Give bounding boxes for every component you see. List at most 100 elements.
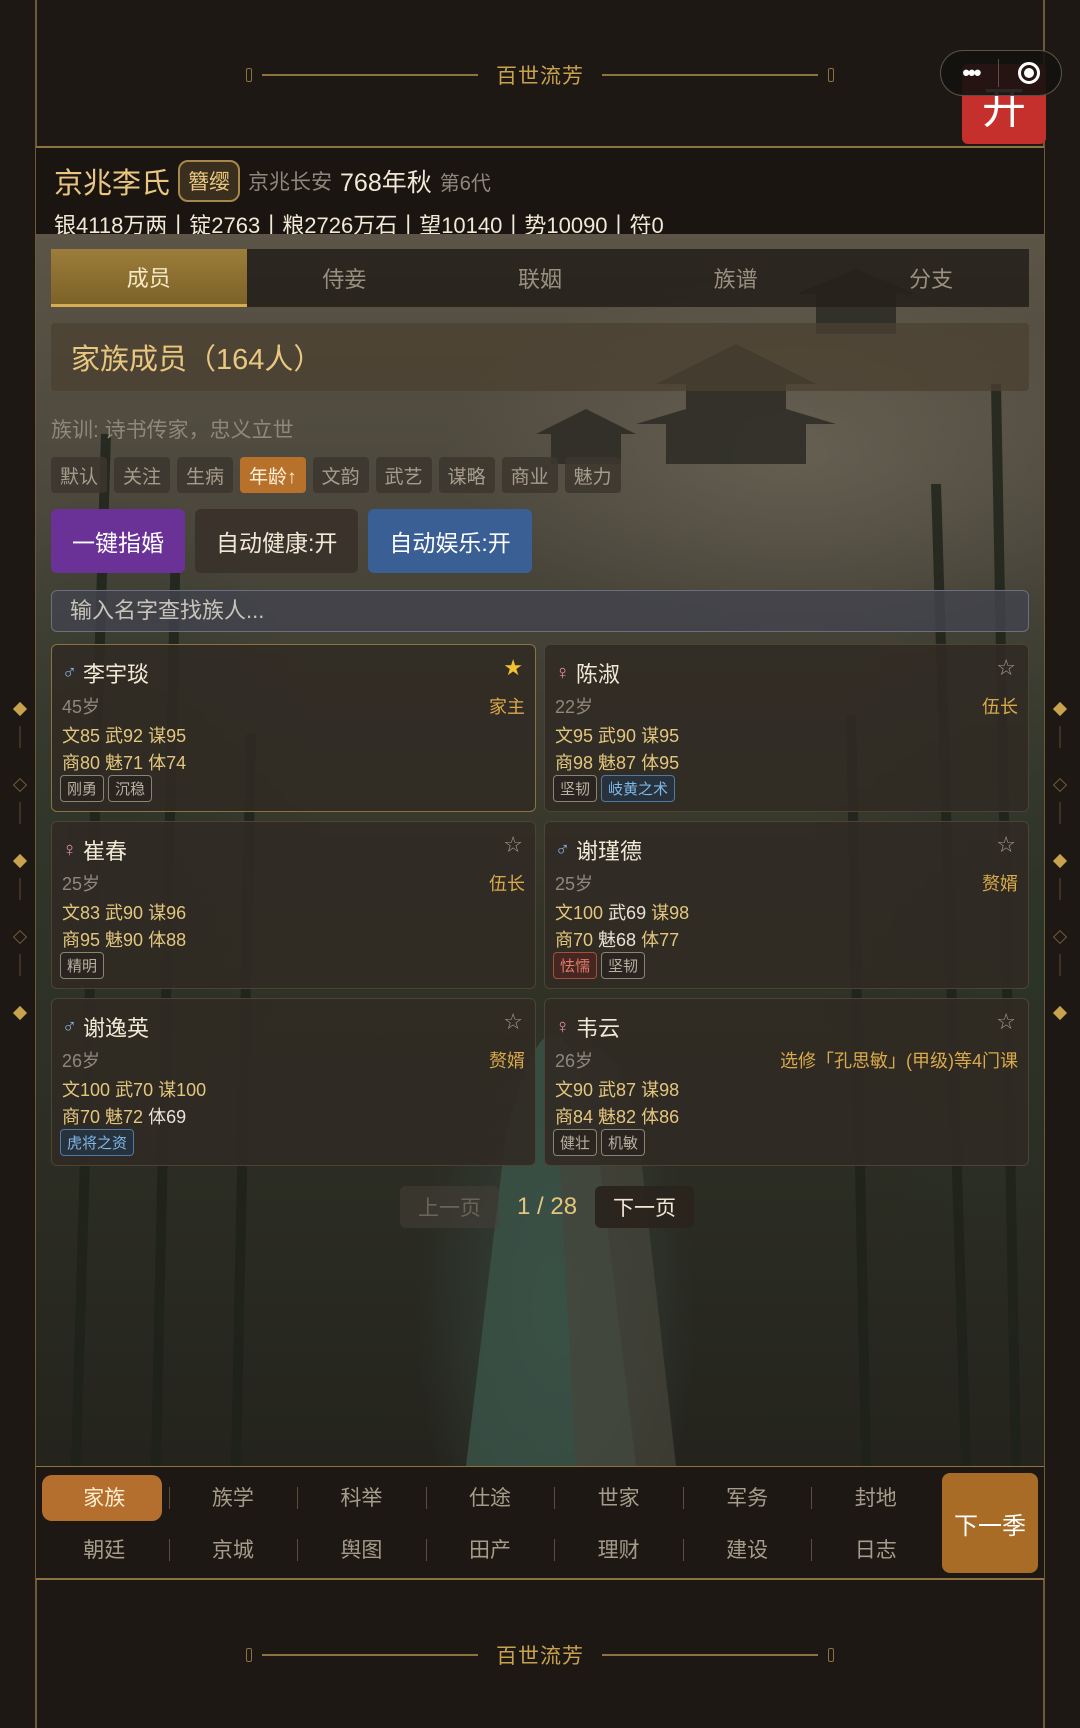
clan-name: 京兆李氏 <box>54 168 171 200</box>
stat-value: 魅71 <box>105 753 144 773</box>
trait-list: 坚韧 岐黄之术 <box>553 775 676 802</box>
nav-item[interactable]: 家族 <box>40 1473 169 1521</box>
stat-value: 谋98 <box>651 903 690 923</box>
divider <box>36 1578 1044 1580</box>
sort-chip[interactable]: 文韵 <box>312 457 369 493</box>
nav-item-label: 京城 <box>211 1539 254 1562</box>
member-age: 26岁 <box>555 1051 594 1071</box>
nav-item[interactable]: 科举 <box>297 1473 426 1521</box>
game-title: 百世流芳 <box>496 65 584 88</box>
trait-tag: 虎将之资 <box>60 1129 135 1156</box>
auto-fun-toggle[interactable]: 自动娱乐:开 <box>368 509 532 573</box>
nav-item-label: 封地 <box>854 1487 897 1510</box>
stat-value: 武90 <box>105 903 144 923</box>
nav-item[interactable]: 族学 <box>168 1473 298 1521</box>
member-role: 选修「孔思敏」(甲级)等4门课 <box>780 1051 1018 1071</box>
tab-4[interactable]: 分支 <box>833 249 1029 307</box>
member-age: 25岁 <box>62 874 101 894</box>
stat-value: 商84 <box>555 1107 594 1127</box>
gender-icon: ♀ <box>555 661 570 684</box>
auto-health-toggle[interactable]: 自动健康:开 <box>195 509 359 573</box>
nav-item[interactable]: 理财 <box>554 1525 683 1573</box>
favorite-star-icon[interactable]: ★ <box>503 655 523 681</box>
sort-chip[interactable]: 武艺 <box>375 457 432 493</box>
rank-badge: 簪缨 <box>178 160 241 202</box>
member-search-input[interactable] <box>51 590 1029 632</box>
trait-tag: 精明 <box>60 952 105 979</box>
trait-tag: 刚勇 <box>60 775 105 802</box>
stat-value: 谋100 <box>158 1080 207 1100</box>
stat-value: 魅87 <box>598 753 637 773</box>
member-grid: ♂ 李宇琰 ★ 45岁 家主 文85 武92 谋95 商80 魅71 体74 刚勇 沉稳 ♀ 陈淑 ☆… <box>51 644 1029 1166</box>
member-age: 26岁 <box>62 1051 101 1071</box>
favorite-star-icon[interactable]: ☆ <box>503 1009 523 1035</box>
sort-chip[interactable]: 年龄↑ <box>240 457 306 493</box>
member-name: 李宇琰 <box>83 662 150 687</box>
member-card[interactable]: ♂ 李宇琰 ★ 45岁 家主 文85 武92 谋95 商80 魅71 体74 刚勇 沉稳 <box>51 644 536 812</box>
generation: 第6代 <box>439 172 491 195</box>
stat-value: 文95 <box>555 726 594 746</box>
section-title: 家族成员（164人） <box>51 323 1029 391</box>
nav-item-label: 建设 <box>726 1539 769 1562</box>
member-role: 赘婿 <box>489 1051 525 1071</box>
member-stats: 商80 魅71 体74 <box>62 749 186 775</box>
app-frame: 百世流芳 开 ••• 京兆李氏 簪缨 京兆长安 768年秋 第6代 银4118万… <box>0 0 1080 1728</box>
bottom-title-band: 百世流芳 <box>36 1640 1044 1670</box>
sort-chip[interactable]: 生病 <box>177 457 234 493</box>
game-date: 768年秋 <box>340 169 432 197</box>
nav-item[interactable]: 舆图 <box>297 1525 426 1573</box>
next-page-button[interactable]: 下一页 <box>595 1186 695 1228</box>
nav-item[interactable]: 朝廷 <box>40 1525 169 1573</box>
nav-item[interactable]: 日志 <box>811 1525 940 1573</box>
stat-value: 商70 <box>62 1107 101 1127</box>
member-name-row: ♂ 李宇琰 <box>62 657 149 689</box>
stat-value: 体86 <box>641 1107 680 1127</box>
nav-item-label: 族学 <box>211 1487 254 1510</box>
clan-motto: 族训: 诗书传家，忠义立世 <box>51 419 294 442</box>
nav-item[interactable]: 建设 <box>682 1525 812 1573</box>
nav-item[interactable]: 京城 <box>168 1525 298 1573</box>
sort-chip[interactable]: 关注 <box>114 457 171 493</box>
stat-value: 商98 <box>555 753 594 773</box>
more-icon[interactable]: ••• <box>962 60 981 86</box>
next-season-button[interactable]: 下一季 <box>942 1473 1038 1573</box>
member-stats: 商84 魅82 体86 <box>555 1103 679 1129</box>
tab-3[interactable]: 族谱 <box>638 249 834 307</box>
nav-item[interactable]: 世家 <box>554 1473 683 1521</box>
nav-item[interactable]: 封地 <box>811 1473 940 1521</box>
member-card[interactable]: ♀ 韦云 ☆ 26岁 选修「孔思敏」(甲级)等4门课 文90 武87 谋98 商84 魅82… <box>544 998 1029 1166</box>
close-miniprogram-icon[interactable] <box>1017 62 1040 84</box>
member-stats: 文100 武69 谋98 <box>555 899 689 925</box>
member-stats: 文90 武87 谋98 <box>555 1076 679 1102</box>
stat-value: 文100 <box>62 1080 111 1100</box>
member-card[interactable]: ♂ 谢瑾德 ☆ 25岁 赘婿 文100 武69 谋98 商70 魅68 体77 怯懦 坚韧 <box>544 821 1029 989</box>
sort-chip[interactable]: 商业 <box>501 457 558 493</box>
prev-page-button[interactable]: 上一页 <box>400 1186 499 1228</box>
member-card[interactable]: ♀ 陈淑 ☆ 22岁 伍长 文95 武90 谋95 商98 魅87 体95 坚韧 岐黄之术 <box>544 644 1029 812</box>
sort-chip[interactable]: 默认 <box>51 457 108 493</box>
tab-2[interactable]: 联姻 <box>442 249 638 307</box>
nav-item[interactable]: 田产 <box>425 1525 555 1573</box>
nav-item-label: 家族 <box>83 1487 126 1510</box>
bottom-navigation: 家族 族学 科举 仕途 世家 军务 封地 朝廷 京城 舆图 田产 理财 建设 日志 下一季 <box>36 1466 1044 1578</box>
member-stats: 商95 魅90 体88 <box>62 926 186 952</box>
tab-1[interactable]: 侍妾 <box>247 249 443 307</box>
nav-item[interactable]: 仕途 <box>425 1473 555 1521</box>
nav-item-label: 军务 <box>726 1487 769 1510</box>
stat-value: 体77 <box>641 930 680 950</box>
stat-value: 体88 <box>148 930 187 950</box>
tab-0[interactable]: 成员 <box>51 249 247 307</box>
auto-marry-button[interactable]: 一键指婚 <box>51 509 185 573</box>
miniprogram-capsule[interactable]: ••• <box>940 50 1062 96</box>
sort-chip[interactable]: 魅力 <box>564 457 621 493</box>
sort-chip[interactable]: 谋略 <box>438 457 495 493</box>
favorite-star-icon[interactable]: ☆ <box>996 655 1016 681</box>
member-card[interactable]: ♂ 谢逸英 ☆ 26岁 赘婿 文100 武70 谋100 商70 魅72 体69 虎将之资 <box>51 998 536 1166</box>
favorite-star-icon[interactable]: ☆ <box>503 832 523 858</box>
trait-tag: 怯懦 <box>553 952 598 979</box>
member-card[interactable]: ♀ 崔春 ☆ 25岁 伍长 文83 武90 谋96 商95 魅90 体88 精明 <box>51 821 536 989</box>
stat-value: 商95 <box>62 930 101 950</box>
favorite-star-icon[interactable]: ☆ <box>996 1009 1016 1035</box>
nav-item[interactable]: 军务 <box>682 1473 812 1521</box>
favorite-star-icon[interactable]: ☆ <box>996 832 1016 858</box>
